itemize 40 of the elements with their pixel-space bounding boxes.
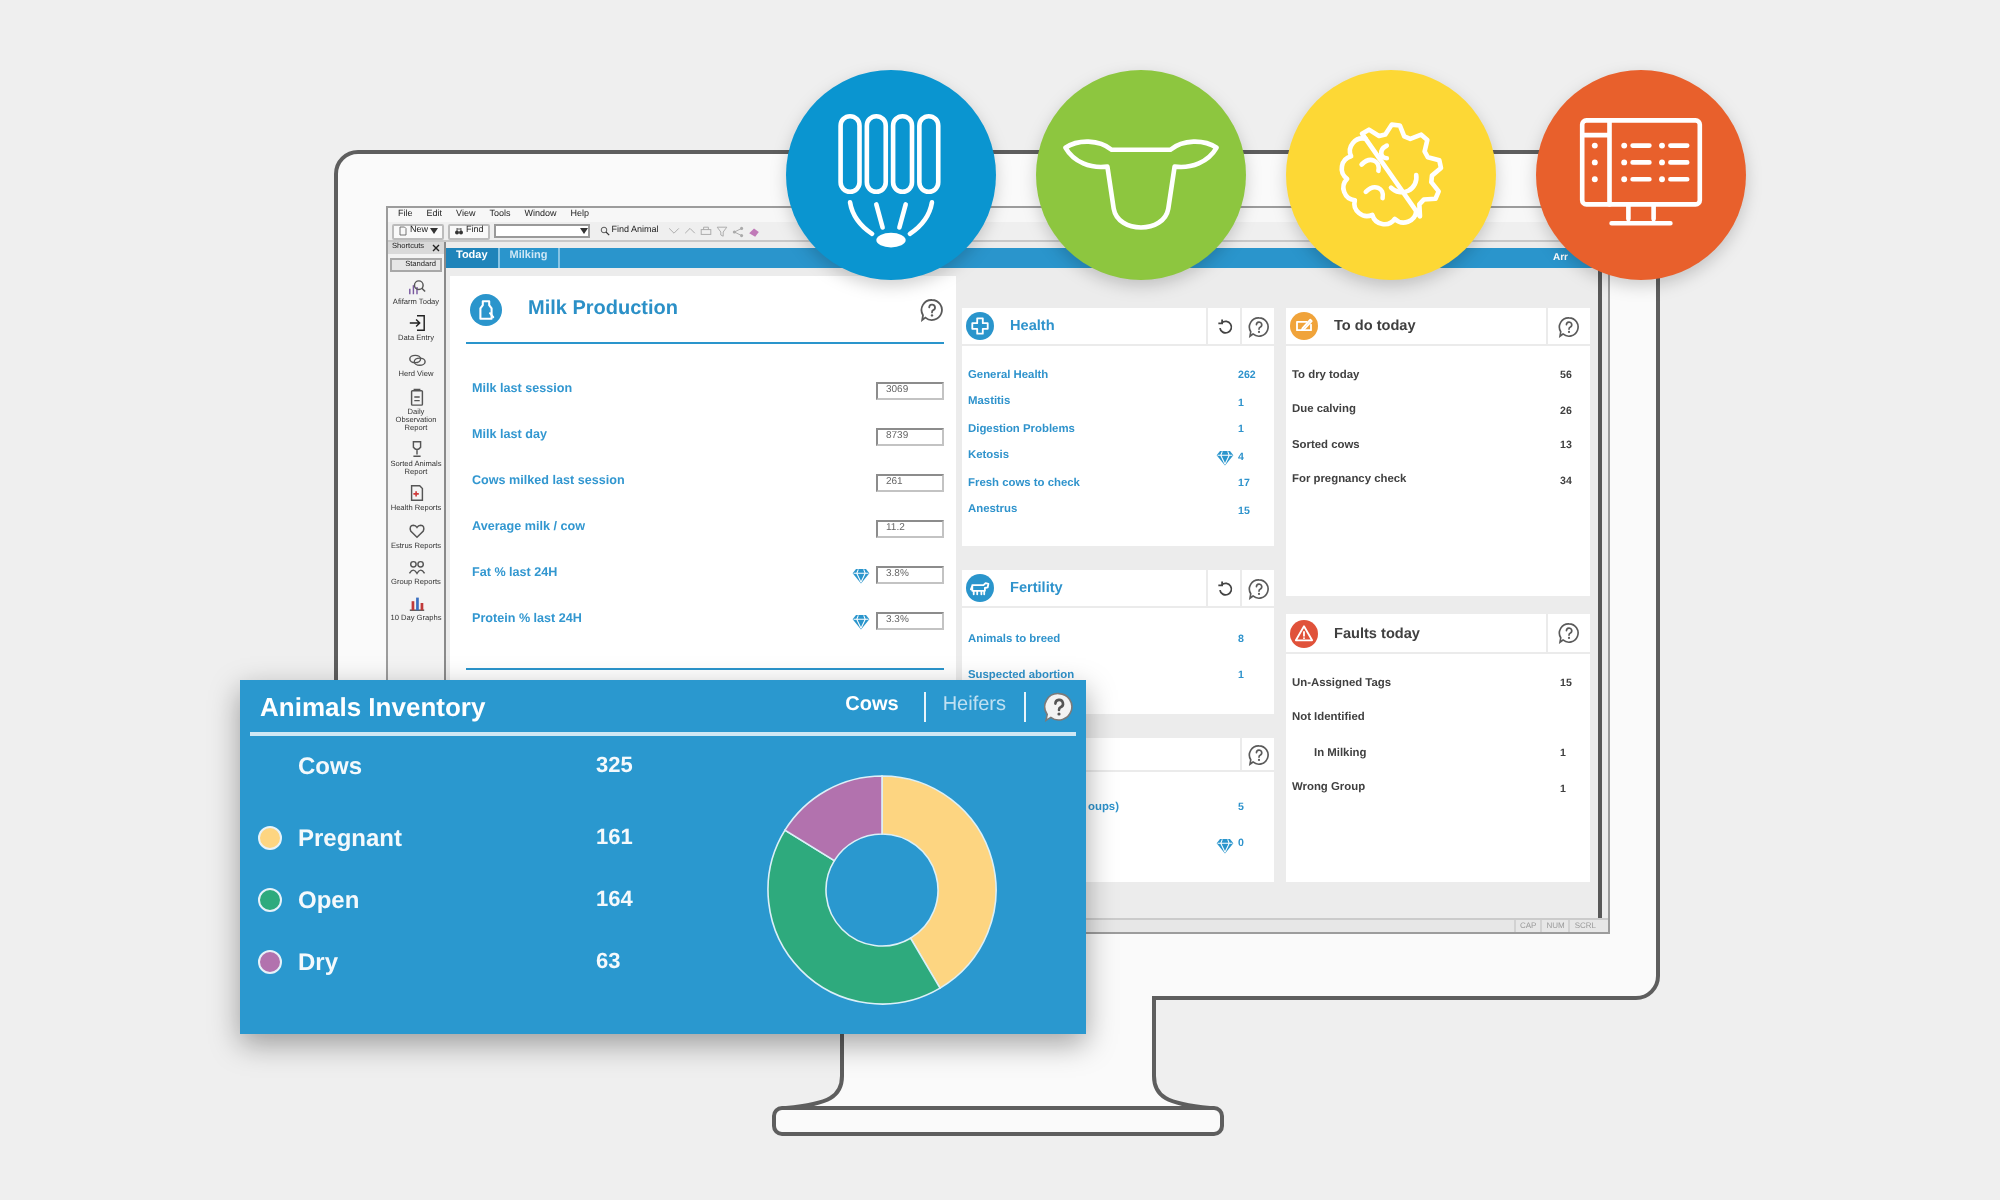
- goblet-icon: [407, 440, 425, 459]
- row-label: Open: [298, 888, 362, 912]
- search-icon: [599, 226, 610, 236]
- close-icon[interactable]: [432, 244, 440, 252]
- sign-in-icon: [407, 314, 425, 333]
- document-icon: [398, 226, 408, 236]
- clipboard-icon: [407, 387, 425, 406]
- help-icon[interactable]: [920, 297, 944, 321]
- row-label: Pregnant: [298, 826, 405, 850]
- row-value: 63: [596, 951, 623, 973]
- rings-icon: [407, 350, 425, 369]
- row-value: 325: [596, 755, 635, 777]
- refresh-icon[interactable]: [1215, 579, 1233, 597]
- row-value: 164: [596, 889, 635, 911]
- heart-icon: [407, 521, 425, 540]
- search-field[interactable]: [493, 224, 590, 238]
- magnifier-icon: [407, 278, 425, 296]
- gem-icon: [1216, 838, 1234, 854]
- row-label: Cows: [298, 754, 365, 778]
- help-icon[interactable]: [1558, 622, 1580, 644]
- help-icon[interactable]: [1247, 577, 1269, 599]
- caret-icon[interactable]: [430, 228, 439, 234]
- row-label: Dry: [298, 950, 341, 974]
- help-icon[interactable]: [1247, 315, 1269, 337]
- milk-bottle-icon: [470, 293, 502, 325]
- gem-icon: [852, 567, 870, 583]
- document-icon: [407, 484, 425, 503]
- bar-chart-icon: [407, 593, 425, 612]
- help-icon[interactable]: [1044, 691, 1074, 721]
- card-title: Animals Inventory: [260, 693, 486, 719]
- caret-icon[interactable]: [579, 228, 588, 234]
- refresh-icon[interactable]: [1215, 317, 1233, 335]
- help-icon[interactable]: [1247, 743, 1269, 765]
- binoculars-icon: [454, 226, 465, 236]
- group-icon: [407, 557, 425, 576]
- row-value: 161: [596, 827, 635, 849]
- gem-icon: [1216, 450, 1234, 467]
- help-icon[interactable]: [1558, 315, 1580, 337]
- gem-icon: [852, 613, 870, 629]
- panel-title: Milk Production: [528, 299, 678, 319]
